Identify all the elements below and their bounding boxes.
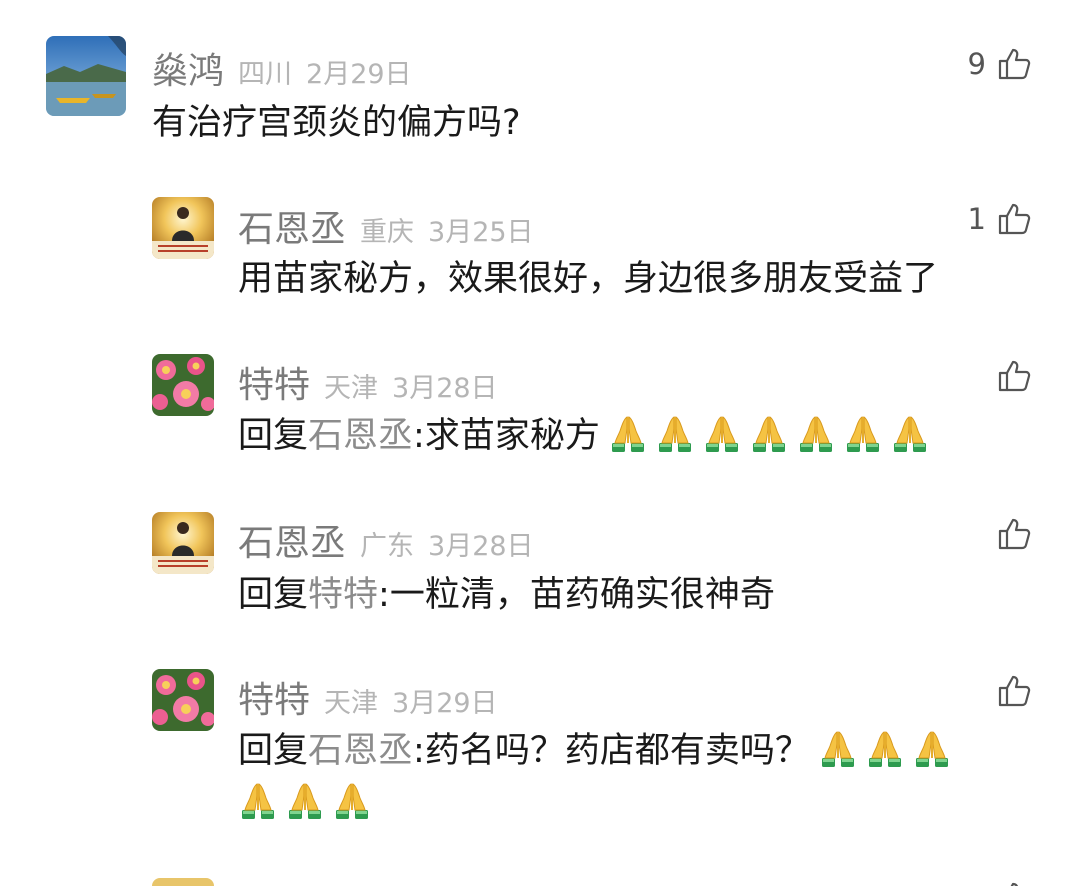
reply-body: :求苗家秘方 [413, 416, 600, 456]
reply-body: :药名吗？药店都有卖吗？ [413, 731, 810, 771]
avatar[interactable] [152, 512, 214, 574]
like-button[interactable] [996, 880, 1032, 886]
reply-target-name[interactable]: 石恩丞 [308, 731, 413, 771]
folded-hands-emoji [750, 415, 788, 453]
like-count: 9 [967, 47, 986, 81]
like-count: 1 [967, 202, 986, 236]
author-name[interactable]: 石恩丞 [238, 200, 346, 252]
folded-hands-emoji [656, 415, 694, 453]
comment-thread: 燊鸿 四川 2月29日 9 有治疗宫颈炎的偏方吗? 石恩丞 重庆 3月25日 1… [0, 0, 1080, 886]
comment-meta: 石恩丞 重庆 3月25日 [238, 200, 534, 252]
folded-hands-emoji [844, 415, 882, 453]
emoji-row [600, 416, 929, 456]
location-label: 四川 [238, 59, 293, 90]
location-label: 重庆 [360, 217, 415, 248]
reply-body: :一粒清，苗药确实很神奇 [378, 575, 775, 615]
folded-hands-emoji [333, 782, 371, 820]
avatar[interactable] [152, 878, 214, 886]
location-label: 广东 [360, 531, 415, 562]
pink-flowers-avatar [152, 669, 214, 731]
thumbs-up-icon [996, 516, 1032, 552]
date-label: 3月29日 [392, 688, 498, 719]
folded-hands-emoji [286, 782, 324, 820]
date-label: 3月28日 [428, 531, 534, 562]
like-button[interactable]: 9 [968, 46, 1032, 82]
like-button[interactable]: 1 [968, 201, 1032, 237]
reply-prefix: 回复 [238, 575, 309, 615]
reply-prefix: 回复 [238, 416, 309, 456]
comment-text: 回复石恩丞:求苗家秘方 [238, 411, 929, 462]
reply-target-name[interactable]: 石恩丞 [308, 416, 413, 456]
folded-hands-emoji [913, 730, 951, 768]
author-name[interactable]: 石恩丞 [238, 514, 346, 566]
thumbs-up-icon [996, 201, 1032, 237]
folded-hands-emoji [239, 782, 277, 820]
like-button[interactable] [996, 358, 1032, 394]
avatar[interactable] [152, 354, 214, 416]
thumbs-up-icon [996, 358, 1032, 394]
folded-hands-emoji [703, 415, 741, 453]
avatar[interactable] [152, 197, 214, 259]
comment-text: 用苗家秘方，效果很好，身边很多朋友受益了 [238, 259, 939, 299]
folded-hands-emoji [866, 730, 904, 768]
comment-text: 回复特特:一粒清，苗药确实很神奇 [238, 570, 775, 621]
golden-portrait-avatar [152, 197, 214, 259]
comment-text-continued [230, 778, 371, 829]
like-button[interactable] [996, 516, 1032, 552]
golden-portrait-avatar [152, 512, 214, 574]
comment-meta: 石恩丞 广东 3月28日 [238, 514, 534, 566]
emoji-row [810, 731, 951, 771]
comment-meta: 特特 天津 3月29日 [238, 671, 498, 723]
folded-hands-emoji [891, 415, 929, 453]
author-name[interactable]: 特特 [238, 671, 310, 723]
location-label: 天津 [324, 688, 379, 719]
lake-boat-avatar [46, 36, 126, 116]
comment-text: 有治疗宫颈炎的偏方吗? [152, 103, 521, 143]
avatar[interactable] [46, 36, 126, 116]
reply-prefix: 回复 [238, 731, 309, 771]
folded-hands-emoji [609, 415, 647, 453]
avatar[interactable] [152, 669, 214, 731]
emoji-row [230, 783, 371, 823]
comment-meta: 燊鸿 四川 2月29日 [152, 42, 412, 94]
location-label: 天津 [324, 373, 379, 404]
pink-flowers-avatar [152, 354, 214, 416]
like-button[interactable] [996, 673, 1032, 709]
date-label: 3月25日 [428, 217, 534, 248]
comment-meta: 特特 天津 3月28日 [238, 356, 498, 408]
date-label: 3月28日 [392, 373, 498, 404]
author-name[interactable]: 特特 [238, 356, 310, 408]
folded-hands-emoji [797, 415, 835, 453]
thumbs-up-icon [996, 880, 1032, 886]
date-label: 2月29日 [306, 59, 412, 90]
comment-text: 回复石恩丞:药名吗？药店都有卖吗？ [238, 726, 951, 777]
folded-hands-emoji [819, 730, 857, 768]
reply-target-name[interactable]: 特特 [308, 575, 378, 615]
author-name[interactable]: 燊鸿 [152, 42, 224, 94]
thumbs-up-icon [996, 673, 1032, 709]
thumbs-up-icon [996, 46, 1032, 82]
